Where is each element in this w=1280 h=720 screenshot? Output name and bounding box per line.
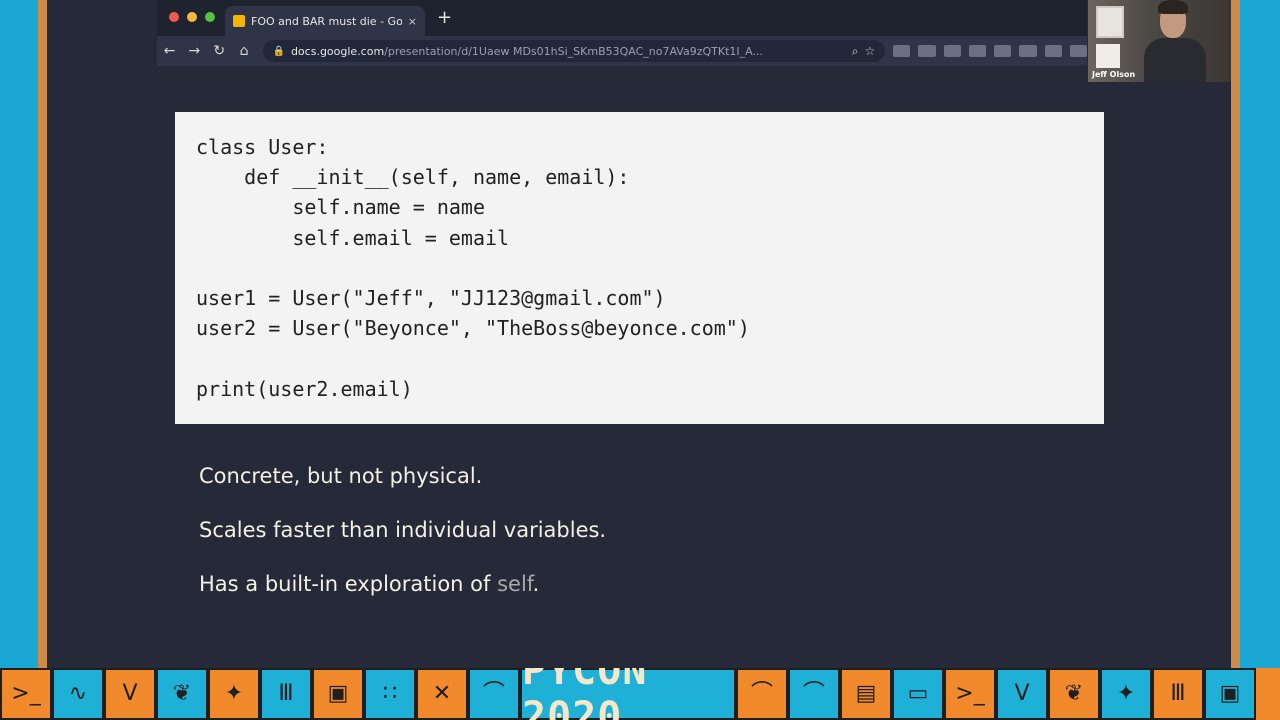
pycon-banner: >_ ∿ V ❦ ✦ Ⅲ ▣ ∷ ✕ ⌒ PYCON 2020 ⌒ ⌒ ▤ ▭ … <box>0 668 1280 720</box>
url-text: docs.google.com/presentation/d/1Uaew MDs… <box>291 45 846 58</box>
bullet-item: Has a built-in exploration of self. <box>199 568 606 622</box>
bullet-text: Has a built-in exploration of <box>199 572 498 596</box>
url-domain: docs.google.com <box>290 44 385 58</box>
close-window-button[interactable] <box>169 12 179 22</box>
column-icon: Ⅲ <box>260 668 312 720</box>
robot-icon: ▣ <box>312 668 364 720</box>
tab-strip: FOO and BAR must die - Goo × + <box>157 0 1087 36</box>
reload-button[interactable]: ↻ <box>207 43 232 59</box>
close-tab-icon[interactable]: × <box>408 15 417 28</box>
home-button[interactable]: ⌂ <box>232 43 257 59</box>
slides-favicon-icon <box>233 15 245 27</box>
monitor-icon: ▤ <box>840 668 892 720</box>
extension-icon[interactable] <box>1044 45 1062 57</box>
bullet-item: Concrete, but not physical. <box>199 464 483 488</box>
address-bar[interactable]: 🔒 docs.google.com/presentation/d/1Uaew M… <box>262 40 886 62</box>
speaker-hair <box>1158 0 1188 14</box>
code-text: class User: def __init__(self, name, ema… <box>196 135 750 401</box>
pycon-logo: PYCON 2020 <box>520 668 736 720</box>
terminal-icon: >_ <box>944 668 996 720</box>
compass-icon: ✦ <box>208 668 260 720</box>
extension-icon[interactable] <box>994 45 1012 57</box>
extension-icon[interactable] <box>943 45 961 57</box>
search-icon[interactable]: ⌕ <box>852 44 859 59</box>
bridge-icon: ⌒ <box>736 668 788 720</box>
extension-icon[interactable] <box>1019 45 1037 57</box>
browser-tab[interactable]: FOO and BAR must die - Goo × <box>225 6 425 36</box>
leaf-icon: ❦ <box>156 668 208 720</box>
robot-icon: ▣ <box>1204 668 1256 720</box>
extension-icon[interactable] <box>968 45 987 57</box>
bookmark-star-icon[interactable]: ☆ <box>864 44 875 58</box>
snake-icon: ∿ <box>52 668 104 720</box>
browser-toolbar: ← → ↻ ⌂ 🔒 docs.google.com/presentation/d… <box>157 36 1087 66</box>
url-path: /presentation/d/1Uaew MDs01hSi_SKmB53QAC… <box>384 44 763 58</box>
leaf-icon: ❦ <box>1048 668 1100 720</box>
wrench-icon: ✕ <box>416 668 468 720</box>
highlighted-keyword: self <box>497 572 533 596</box>
chevron-icon: V <box>104 668 156 720</box>
maximize-window-button[interactable] <box>205 12 215 22</box>
extension-icon[interactable] <box>918 45 936 57</box>
terminal-icon: >_ <box>0 668 52 720</box>
tab-title: FOO and BAR must die - Goo <box>251 14 402 28</box>
bridge-icon: ⌒ <box>468 668 520 720</box>
dots-icon: ∷ <box>364 668 416 720</box>
lock-icon: 🔒 <box>272 45 285 57</box>
bullet-list: Concrete, but not physical. Scales faste… <box>199 460 606 622</box>
wall-picture-frame <box>1096 6 1124 38</box>
chevron-icon: V <box>996 668 1048 720</box>
new-tab-button[interactable]: + <box>437 8 452 28</box>
column-icon: Ⅲ <box>1152 668 1204 720</box>
extension-icon[interactable] <box>1069 45 1087 57</box>
bullet-item: Scales faster than individual variables. <box>199 518 607 542</box>
speaker-webcam: Jeff Olson <box>1088 0 1231 82</box>
bridge-icon: ⌒ <box>788 668 840 720</box>
code-block: class User: def __init__(self, name, ema… <box>175 112 1104 424</box>
forward-button[interactable]: → <box>182 43 207 59</box>
wall-picture-frame <box>1096 44 1120 68</box>
bullet-text: . <box>532 572 540 596</box>
back-button[interactable]: ← <box>157 43 182 59</box>
speaker-body <box>1144 38 1206 82</box>
card-icon: ▭ <box>892 668 944 720</box>
extension-icon[interactable] <box>893 45 911 57</box>
speaker-name: Jeff Olson <box>1092 70 1136 79</box>
minimize-window-button[interactable] <box>187 12 197 22</box>
browser-window: FOO and BAR must die - Goo × + ← → ↻ ⌂ 🔒… <box>157 0 1087 66</box>
compass-icon: ✦ <box>1100 668 1152 720</box>
